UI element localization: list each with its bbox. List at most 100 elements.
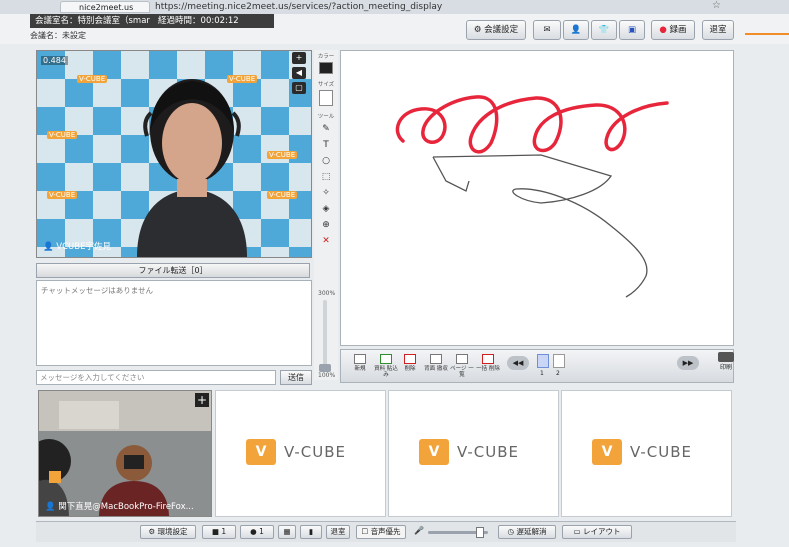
background-label: 背面 撤収	[424, 366, 448, 372]
page-list-button[interactable]: ページ 一覧	[449, 354, 475, 378]
volume-slider-handle[interactable]	[476, 527, 484, 538]
add-icon[interactable]: +	[195, 393, 209, 407]
size-swatch[interactable]	[319, 90, 333, 106]
mic-level-icon: 🎤	[414, 526, 424, 535]
participant-video-person	[137, 79, 247, 257]
delete-all-label: 一括 削除	[476, 366, 500, 372]
mic-count: 1	[259, 527, 264, 536]
vv-mark-icon: V	[419, 439, 449, 465]
meeting-settings-button[interactable]: ⚙ 会議設定	[466, 20, 526, 40]
address-bar[interactable]: https://meeting.nice2meet.us/services/?a…	[155, 1, 735, 13]
audio-priority-checkbox[interactable]: ☐ 音声優先	[356, 525, 406, 539]
tool-label: ツール	[317, 114, 335, 120]
print-button[interactable]: 印刷	[716, 352, 736, 371]
exit-meeting-button[interactable]: 退室	[702, 20, 734, 40]
paste-icon	[380, 354, 392, 364]
second-video-scene	[39, 391, 211, 516]
shirt-button[interactable]: 👕	[591, 20, 617, 40]
user-icon: 👤	[45, 502, 56, 512]
zoom-icon[interactable]: ⊕	[319, 218, 333, 232]
vcube-logo: V V-CUBE	[592, 439, 692, 465]
grid-icon	[456, 354, 468, 364]
send-button[interactable]: 送信	[280, 370, 312, 385]
delay-fix-button[interactable]: ◷ 遅延解消	[498, 525, 556, 539]
page-thumb-2[interactable]	[553, 354, 565, 368]
color-swatch[interactable]	[319, 62, 333, 74]
layout-button[interactable]: ▭ レイアウト	[562, 525, 632, 539]
background-button[interactable]: 背面 撤収	[423, 354, 449, 372]
room-info-strip: 会議室名：特別会議室（smar 経過時間：00:02:12	[30, 14, 274, 28]
shirt-icon: 👕	[598, 25, 610, 35]
vcube-logo: V V-CUBE	[246, 439, 346, 465]
page-thumb-1[interactable]	[537, 354, 549, 368]
eraser-icon[interactable]: ◈	[319, 202, 333, 216]
text-icon[interactable]: T	[319, 138, 333, 152]
mic-mute-icon: ▮	[308, 527, 314, 536]
user-icon: 👤	[570, 25, 582, 35]
zoom-slider-handle[interactable]	[319, 364, 331, 372]
invite-button[interactable]: ✉	[533, 20, 561, 40]
participant-button[interactable]: 👤	[563, 20, 589, 40]
pencil-icon[interactable]: ✎	[319, 122, 333, 136]
paste-label: 資料 貼込み	[374, 366, 398, 378]
print-label: 印刷	[719, 364, 732, 371]
stamp-icon[interactable]: ✧	[319, 186, 333, 200]
vcube-logo: V V-CUBE	[419, 439, 519, 465]
new-page-button[interactable]: 新規	[347, 354, 373, 372]
room-name: 会議室名：特別会議室（smar	[35, 16, 150, 26]
browser-tab[interactable]: nice2meet.us	[60, 1, 150, 13]
camera-button[interactable]: ■ 1	[202, 525, 236, 539]
whiteboard-canvas[interactable]	[340, 50, 734, 346]
backdrop-logo: V-CUBE	[47, 191, 78, 199]
new-page-label: 新規	[354, 366, 366, 372]
fullscreen-icon[interactable]: ▢	[292, 82, 306, 94]
share-icon: ▣	[627, 25, 637, 35]
vv-mark-icon: V	[592, 439, 622, 465]
mail-icon: ✉	[543, 25, 551, 35]
bookmark-star-icon[interactable]: ☆	[712, 0, 721, 11]
mic-button[interactable]: ● 1	[240, 525, 274, 539]
clear-icon[interactable]: ✕	[319, 234, 333, 248]
delete-page-button[interactable]: 削除	[397, 354, 423, 372]
delete-icon	[404, 354, 416, 364]
empty-video-slot: V V-CUBE	[215, 390, 386, 517]
video-toggle-button[interactable]: ▦	[278, 525, 296, 539]
orange-accent-line	[745, 33, 789, 35]
vcube-logo-text: V-CUBE	[284, 443, 347, 461]
meeting-name: 会議名：未設定	[30, 31, 86, 40]
speaker-icon[interactable]: ◀	[292, 67, 306, 79]
next-page-button[interactable]: ▶▶	[677, 356, 699, 370]
file-transfer-bar[interactable]: ファイル転送［0］	[36, 263, 310, 278]
delete-all-button[interactable]: 一括 削除	[475, 354, 501, 372]
zoom-max-label: 300%	[318, 290, 336, 297]
audio-priority-label: 音声優先	[370, 527, 401, 536]
leave-button[interactable]: 退室	[326, 525, 350, 539]
prev-page-button[interactable]: ◀◀	[507, 356, 529, 370]
page-number: 1	[540, 370, 544, 377]
camera-count: 1	[221, 527, 227, 536]
second-video-panel: + 👤 関下直晃@MacBookPro-FireFox...	[38, 390, 212, 517]
record-button[interactable]: ● 録画	[651, 20, 695, 40]
participant-name-label: VCUBE宇佐見	[56, 242, 111, 252]
whiteboard-drawing	[395, 95, 669, 298]
delete-label: 削除	[404, 366, 416, 372]
backdrop-logo: V-CUBE	[77, 75, 108, 83]
delay-label: 遅延解消	[516, 527, 547, 536]
environment-settings-button[interactable]: ⚙ 環境設定	[140, 525, 196, 539]
record-label: 録画	[669, 25, 687, 35]
paste-document-button[interactable]: 資料 貼込み	[373, 354, 399, 378]
mute-button[interactable]: ▮	[300, 525, 322, 539]
zoom-min-label: 100%	[318, 372, 336, 379]
zoom-slider-track[interactable]	[323, 300, 327, 370]
mic-icon: ●	[250, 527, 257, 536]
layout-icon: ▭	[573, 527, 581, 536]
chat-log: チャットメッセージはありません	[36, 280, 312, 366]
page-list-label: ページ 一覧	[450, 366, 474, 378]
select-icon[interactable]: ⬚	[319, 170, 333, 184]
chat-message-input[interactable]: メッセージを入力してください	[36, 370, 276, 385]
shape-icon[interactable]: ○	[319, 154, 333, 168]
share-button[interactable]: ▣	[619, 20, 645, 40]
bottom-control-bar: ⚙ 環境設定 ■ 1 ● 1 ▦ ▮ 退室 ☐ 音声優先 🎤 ◷ 遅延解消 ▭ …	[36, 521, 736, 542]
vv-mark-icon: V	[246, 439, 276, 465]
add-icon[interactable]: +	[292, 52, 306, 64]
